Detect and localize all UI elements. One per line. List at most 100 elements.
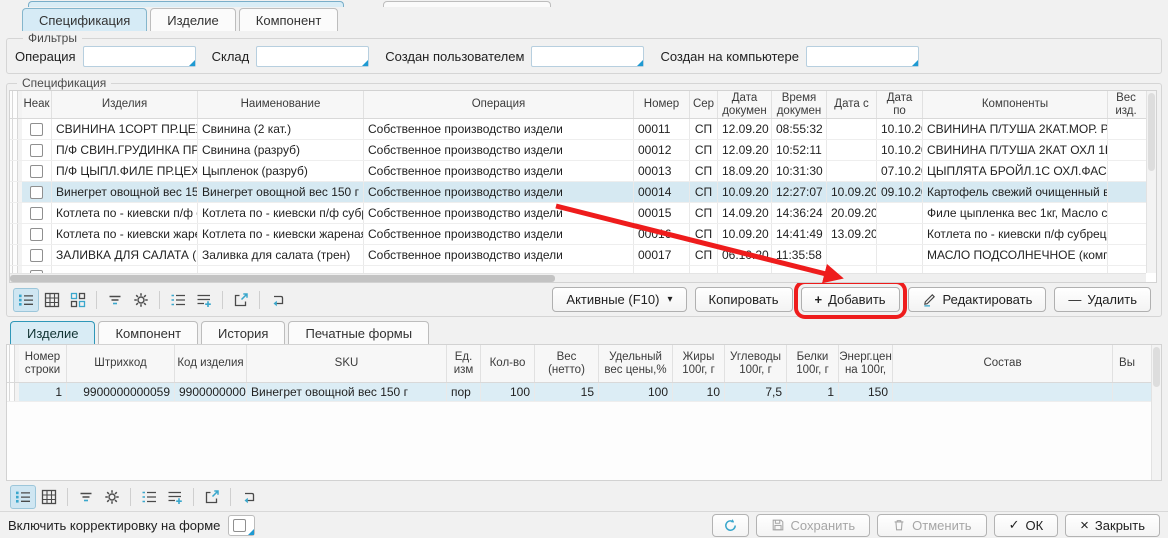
correction-checkbox-frame[interactable] [228, 515, 255, 536]
col-header-series[interactable]: Сер [690, 91, 718, 118]
col-header-date-from[interactable]: Дата с [827, 91, 877, 118]
col-header-name[interactable]: Наименование [198, 91, 364, 118]
spec-table-row[interactable]: Котлета по - киевски жареная (870 Котлет… [10, 224, 1146, 245]
settings-gear-icon[interactable] [128, 288, 154, 312]
col-header-barcode[interactable]: Штрихкод [67, 345, 175, 382]
spec-table-body: СВИНИНА 1СОРТ ПР.ЦЕХ 1КГ (2991 Свинина (… [10, 119, 1146, 273]
vertical-scrollbar[interactable] [1146, 91, 1156, 273]
active-filter-button[interactable]: Активные (F10) ▾ [552, 287, 686, 312]
filter-input-text[interactable] [807, 47, 918, 66]
horizontal-scrollbar-thumb[interactable] [10, 275, 555, 282]
row-checkbox[interactable] [30, 123, 43, 136]
spec-table-row[interactable]: СВИНИНА 1СОРТ ПР.ЦЕХ 1КГ (2991 Свинина (… [10, 119, 1146, 140]
spec-table-row[interactable]: Котлета по - киевски п/ф охл (87014 Котл… [10, 203, 1146, 224]
filter-icon[interactable] [73, 485, 99, 509]
row-checkbox[interactable] [30, 228, 43, 241]
main-tab[interactable]: Спецификация [22, 8, 147, 31]
col-header-weight[interactable]: Вес изд. [1108, 91, 1144, 118]
row-checkbox[interactable] [30, 165, 43, 178]
filter-input-text[interactable] [532, 47, 643, 66]
col-header-output[interactable]: Вы [1113, 345, 1151, 382]
layout-blocks-icon[interactable] [65, 288, 91, 312]
filter-input[interactable] [806, 46, 919, 67]
detail-tab[interactable]: Компонент [98, 321, 198, 344]
col-header-fats[interactable]: Жиры 100г, г [673, 345, 725, 382]
main-tab[interactable]: Компонент [239, 8, 339, 31]
col-header-qty[interactable]: Кол-во [481, 345, 535, 382]
add-row-icon[interactable] [162, 485, 188, 509]
col-header-doc-date[interactable]: Дата докумен [718, 91, 772, 118]
col-header-inactive[interactable]: Неак [22, 91, 52, 118]
filter-input[interactable] [83, 46, 196, 67]
cell-doc-date [718, 266, 772, 273]
filter-input[interactable] [256, 46, 369, 67]
filter-input-text[interactable] [257, 47, 368, 66]
vertical-scrollbar-thumb[interactable] [1153, 347, 1160, 387]
col-header-row-number[interactable]: Номер строки [19, 345, 67, 382]
add-row-icon[interactable] [191, 288, 217, 312]
detail-tab[interactable]: История [201, 321, 285, 344]
refresh-loop-icon[interactable] [236, 485, 262, 509]
col-header-composition[interactable]: Состав [893, 345, 1113, 382]
spec-table-row[interactable]: П/Ф ЦЫПЛ.ФИЛЕ ПР.ЦЕХ 1КГ (27429 Цыпленок… [10, 161, 1146, 182]
col-header-number[interactable]: Номер [634, 91, 690, 118]
col-header-energy[interactable]: Энерг.цен на 100г, [839, 345, 893, 382]
row-checkbox-cell [22, 140, 52, 160]
horizontal-scrollbar[interactable] [10, 273, 1146, 282]
row-checkbox[interactable] [30, 186, 43, 199]
delete-button[interactable]: — Удалить [1054, 287, 1151, 312]
refresh-loop-icon[interactable] [265, 288, 291, 312]
edit-button[interactable]: Редактировать [908, 287, 1047, 312]
numbered-list-icon[interactable] [165, 288, 191, 312]
correction-checkbox[interactable] [233, 519, 246, 532]
table-grid-icon[interactable] [36, 485, 62, 509]
numbered-list-icon[interactable] [136, 485, 162, 509]
detail-tab[interactable]: Изделие [10, 321, 95, 344]
col-header-unit[interactable]: Ед. изм [447, 345, 481, 382]
filter-input[interactable] [531, 46, 644, 67]
bullet-list-view-icon[interactable] [10, 485, 36, 509]
spec-table-row[interactable]: П/Ф СВИН.ГРУДИНКА ПР.ЦЕХ 1КГ (2 Свинина … [10, 140, 1146, 161]
refresh-button[interactable] [712, 514, 749, 537]
settings-gear-icon[interactable] [99, 485, 125, 509]
copy-button[interactable]: Копировать [695, 287, 793, 312]
main-tab[interactable]: Изделие [150, 8, 235, 31]
table-grid-icon[interactable] [39, 288, 65, 312]
detail-tab-bar: ИзделиеКомпонентИсторияПечатные формы [0, 320, 1168, 344]
cell-unit: пор [447, 383, 481, 401]
spec-table-row[interactable]: Винегрет овощной вес 150 г (99000 Винегр… [10, 182, 1146, 203]
row-checkbox[interactable] [30, 144, 43, 157]
cell-carbs: 7,5 [725, 383, 787, 401]
col-header-date-to[interactable]: Дата по [877, 91, 923, 118]
col-header-proteins[interactable]: Белки 100г, г [787, 345, 839, 382]
col-header-carbs[interactable]: Углеводы 100г, г [725, 345, 787, 382]
col-header-components[interactable]: Компоненты [923, 91, 1108, 118]
spec-table-row[interactable] [10, 266, 1146, 273]
bullet-list-view-icon[interactable] [13, 288, 39, 312]
save-button[interactable]: Сохранить [756, 514, 871, 537]
open-in-new-icon[interactable] [199, 485, 225, 509]
col-header-products[interactable]: Изделия [52, 91, 198, 118]
row-checkbox[interactable] [30, 270, 43, 274]
add-button[interactable]: + Добавить [801, 287, 900, 312]
detail-table-row[interactable]: 1 9900000000059 9900000000( Винегрет ово… [7, 383, 1151, 402]
filter-icon[interactable] [102, 288, 128, 312]
row-checkbox[interactable] [30, 249, 43, 262]
detail-tab[interactable]: Печатные формы [288, 321, 429, 344]
cancel-button[interactable]: Отменить [877, 514, 986, 537]
col-header-item-code[interactable]: Код изделия [175, 345, 247, 382]
open-in-new-icon[interactable] [228, 288, 254, 312]
vertical-scrollbar[interactable] [1151, 345, 1161, 480]
close-button[interactable]: × Закрыть [1065, 514, 1160, 537]
vertical-scrollbar-thumb[interactable] [1148, 93, 1155, 171]
cell-date-to: 10.10.20 [877, 140, 923, 160]
row-checkbox[interactable] [30, 207, 43, 220]
col-header-doc-time[interactable]: Время докумен [772, 91, 827, 118]
col-header-sku[interactable]: SKU [247, 345, 447, 382]
spec-table-row[interactable]: ЗАЛИВКА ДЛЯ САЛАТА (изделие) Заливка для… [10, 245, 1146, 266]
col-header-net-weight[interactable]: Вес (нетто) [535, 345, 599, 382]
col-header-price-share[interactable]: Удельный вес цены,% [599, 345, 673, 382]
col-header-operation[interactable]: Операция [364, 91, 634, 118]
filter-input-text[interactable] [84, 47, 195, 66]
ok-button[interactable]: ✓ ОК [994, 514, 1059, 537]
